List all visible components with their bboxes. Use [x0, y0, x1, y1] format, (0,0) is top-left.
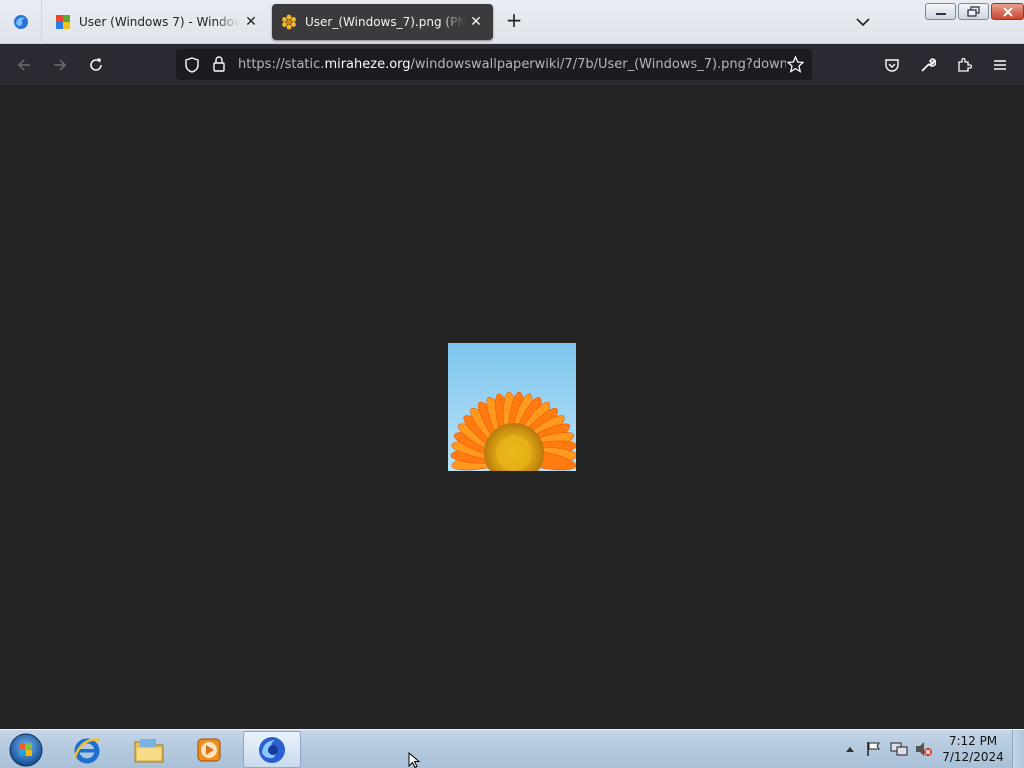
tab-wiki-page[interactable]: User (Windows 7) - Windows 7 ✕ — [46, 4, 268, 40]
taskbar-firefox[interactable] — [243, 731, 301, 768]
media-player-icon — [197, 738, 221, 761]
url-host: miraheze.org — [324, 57, 411, 72]
wiki-favicon-icon — [56, 15, 70, 29]
chevron-down-icon — [856, 18, 870, 27]
clock-time: 7:12 PM — [948, 734, 998, 748]
firefox-view-button[interactable] — [0, 0, 42, 44]
url-bar[interactable]: https://static.miraheze.org/windowswallp… — [176, 49, 812, 80]
system-clock[interactable]: 7:12 PM 7/12/2024 — [938, 733, 1008, 765]
tab-title: User_(Windows_7).png (PNG Image — [305, 15, 465, 29]
start-button[interactable] — [7, 732, 45, 768]
back-arrow-icon — [17, 59, 30, 71]
wrench-icon — [921, 58, 936, 72]
url-prefix: https://static. — [238, 57, 325, 72]
image-viewer — [0, 85, 1024, 729]
restore-button[interactable] — [958, 3, 989, 20]
close-window-button[interactable] — [991, 3, 1024, 20]
pocket-icon — [885, 59, 899, 72]
bookmark-star-icon[interactable] — [787, 56, 804, 73]
forward-button[interactable] — [47, 52, 73, 78]
action-center-flag-icon[interactable] — [866, 741, 880, 757]
extensions-button[interactable] — [951, 52, 977, 78]
windows-logo-icon — [9, 733, 43, 767]
window-controls — [925, 3, 1024, 20]
navigation-toolbar: https://static.miraheze.org/windowswallp… — [0, 44, 1024, 85]
mouse-cursor-icon — [408, 752, 421, 768]
pocket-button[interactable] — [879, 52, 905, 78]
hamburger-menu-icon — [994, 60, 1006, 70]
tab-title: User (Windows 7) - Windows 7 — [79, 15, 239, 29]
reload-icon — [90, 58, 102, 71]
clock-date: 7/12/2024 — [942, 750, 1004, 764]
taskbar: 7:12 PM 7/12/2024 — [0, 729, 1024, 768]
taskbar-media-player[interactable] — [180, 731, 238, 768]
restore-icon — [966, 6, 980, 17]
network-icon[interactable] — [890, 741, 908, 757]
firefox-view-icon — [13, 15, 28, 29]
taskbar-internet-explorer[interactable] — [58, 731, 116, 768]
back-button[interactable] — [11, 52, 37, 78]
flower-image[interactable] — [448, 343, 576, 471]
png-favicon-icon — [282, 14, 296, 30]
tab-png-image[interactable]: User_(Windows_7).png (PNG Image ✕ — [272, 4, 493, 40]
tracking-protection-shield-icon[interactable] — [184, 57, 200, 73]
url-path: /windowswallpaperwiki/7/7b/User_(Windows… — [410, 57, 786, 72]
volume-muted-icon[interactable] — [915, 741, 933, 757]
tab-strip: User (Windows 7) - Windows 7 ✕ User_(Win… — [0, 0, 1024, 44]
internet-explorer-icon — [73, 737, 101, 763]
taskbar-file-explorer[interactable] — [120, 731, 178, 768]
close-tab-icon[interactable]: ✕ — [467, 13, 485, 31]
close-icon — [1002, 6, 1013, 17]
new-tab-button[interactable]: + — [503, 10, 525, 32]
firefox-icon — [259, 736, 285, 763]
show-desktop-button[interactable] — [1012, 730, 1024, 768]
list-all-tabs-button[interactable] — [852, 12, 874, 32]
lock-icon[interactable] — [212, 56, 226, 73]
tools-button[interactable] — [915, 52, 941, 78]
forward-arrow-icon — [54, 59, 67, 71]
show-hidden-icons-icon[interactable] — [845, 745, 855, 753]
puzzle-icon — [958, 57, 972, 72]
app-menu-button[interactable] — [987, 52, 1013, 78]
minimize-button[interactable] — [925, 3, 956, 20]
folder-icon — [134, 738, 164, 762]
reload-button[interactable] — [83, 52, 109, 78]
url-text[interactable]: https://static.miraheze.org/windowswallp… — [238, 49, 786, 80]
close-tab-icon[interactable]: ✕ — [242, 13, 260, 31]
minimize-icon — [935, 12, 946, 15]
